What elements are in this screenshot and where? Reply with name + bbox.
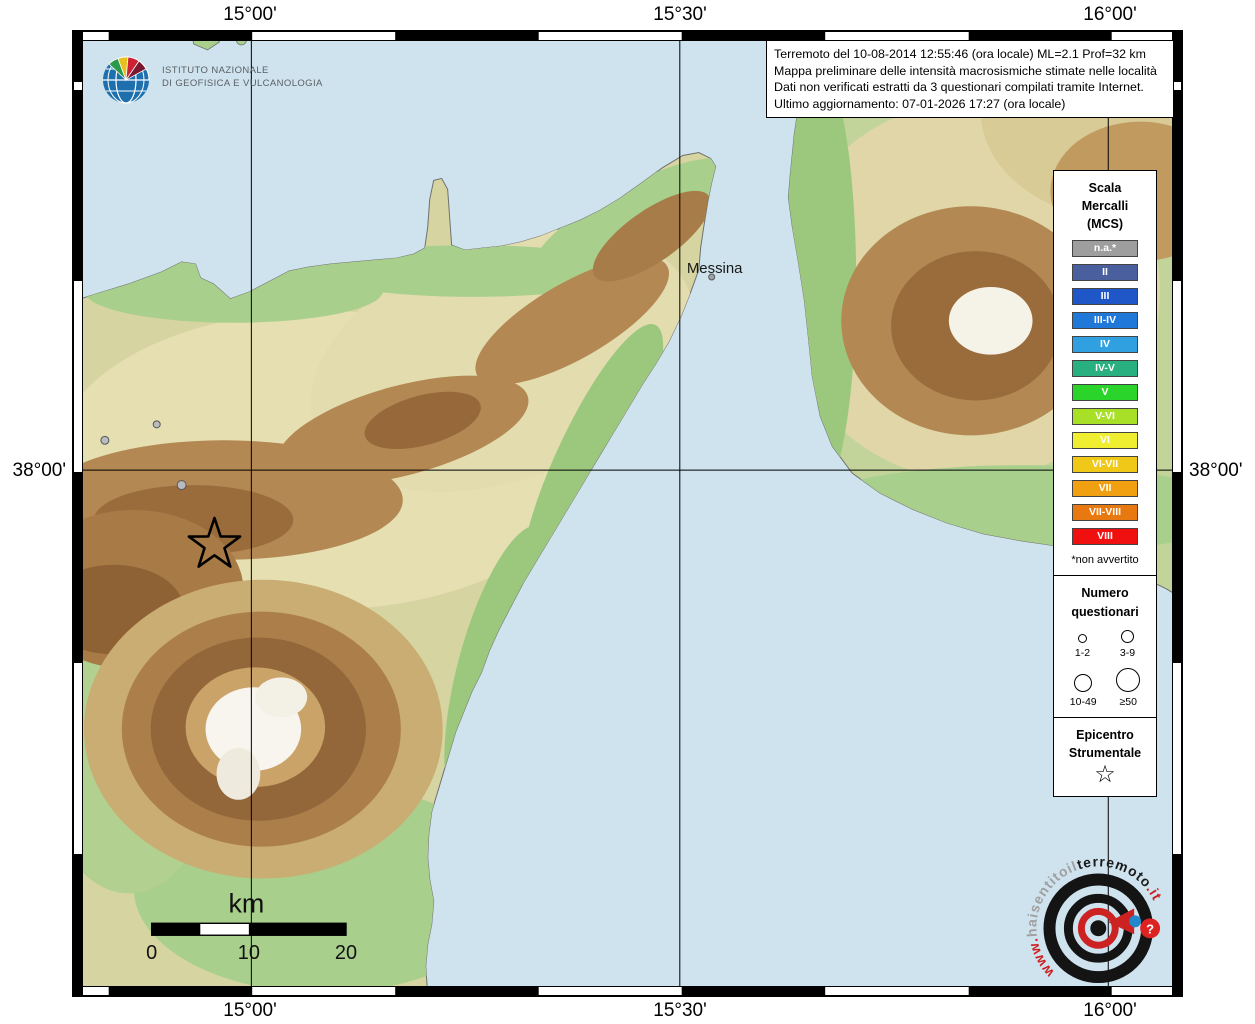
mcs-chip-iv: IV bbox=[1072, 336, 1138, 353]
lon-label-top-1600: 16°00' bbox=[1083, 4, 1137, 26]
scale-tick-20: 20 bbox=[335, 942, 357, 964]
ingv-logo: ISTITUTO NAZIONALE DI GEOFISICA E VULCAN… bbox=[98, 50, 323, 106]
scale-tick-10: 10 bbox=[238, 942, 260, 964]
lon-label-bottom-1600: 16°00' bbox=[1083, 1000, 1137, 1022]
lat-label-right-3800: 38°00' bbox=[1189, 460, 1243, 482]
frame-border-right bbox=[1172, 32, 1181, 995]
mcs-chip-vi: VI bbox=[1072, 432, 1138, 449]
size-circle-3-9 bbox=[1121, 630, 1134, 643]
epicenter-star-icon: ☆ bbox=[1054, 762, 1156, 788]
mcs-chip-v-vi: V-VI bbox=[1072, 408, 1138, 425]
legend: Scala Mercalli (MCS) n.a.* II III III-IV… bbox=[1053, 170, 1157, 797]
terrain-map: Messina km 0 10 20 bbox=[74, 32, 1181, 995]
mcs-chip-na: n.a.* bbox=[1072, 240, 1138, 257]
mcs-chip-v: V bbox=[1072, 384, 1138, 401]
size-circle-10-49 bbox=[1074, 674, 1092, 692]
legend-footnote: *non avvertito bbox=[1054, 554, 1156, 566]
frame-border-left bbox=[74, 32, 83, 995]
messina-label: Messina bbox=[687, 260, 743, 277]
event-info-box: Terremoto del 10-08-2014 12:55:46 (ora l… bbox=[766, 40, 1174, 118]
legend-title: Scala Mercalli (MCS) bbox=[1054, 179, 1156, 233]
info-line-update: Ultimo aggiornamento: 07-01-2026 17:27 (… bbox=[774, 96, 1166, 113]
questionnaire-sizes-row2: 10-49 ≥50 bbox=[1054, 668, 1156, 708]
scale-tick-0: 0 bbox=[146, 942, 157, 964]
scale-bar-unit: km bbox=[228, 888, 264, 918]
mcs-chip-iv-v: IV-V bbox=[1072, 360, 1138, 377]
size-circle-1-2 bbox=[1078, 634, 1087, 643]
info-line-event: Terremoto del 10-08-2014 12:55:46 (ora l… bbox=[774, 46, 1166, 63]
question-mark: ? bbox=[1146, 921, 1154, 936]
ingv-globe-icon bbox=[98, 50, 154, 106]
lat-label-left-3800: 38°00' bbox=[0, 460, 66, 482]
lon-label-bottom-1530: 15°30' bbox=[653, 1000, 707, 1022]
ingv-wordmark: ISTITUTO NAZIONALE DI GEOFISICA E VULCAN… bbox=[162, 65, 323, 91]
lon-label-bottom-1500: 15°00' bbox=[223, 1000, 277, 1022]
questionnaire-sizes-row1: 1-2 3-9 bbox=[1054, 630, 1156, 659]
map-area: Messina km 0 10 20 bbox=[72, 30, 1183, 997]
macroseismic-map-page: 15°00' 15°30' 16°00' 15°00' 15°30' 16°00… bbox=[0, 0, 1255, 1024]
legend-divider-2 bbox=[1054, 717, 1156, 718]
mcs-chip-ii: II bbox=[1072, 264, 1138, 281]
legend-divider-1 bbox=[1054, 575, 1156, 576]
mcs-chip-vii-viii: VII-VIII bbox=[1072, 504, 1138, 521]
lon-label-top-1500: 15°00' bbox=[223, 4, 277, 26]
lon-label-top-1530: 15°30' bbox=[653, 4, 707, 26]
mcs-chip-iii: III bbox=[1072, 288, 1138, 305]
info-line-data: Dati non verificati estratti da 3 questi… bbox=[774, 79, 1166, 96]
mcs-chip-viii: VIII bbox=[1072, 528, 1138, 545]
epicenter-legend-title: Epicentro Strumentale bbox=[1054, 726, 1156, 762]
mcs-chip-vii: VII bbox=[1072, 480, 1138, 497]
size-circle-50plus bbox=[1116, 668, 1140, 692]
frame-border-bottom bbox=[74, 986, 1181, 995]
info-line-map: Mappa preliminare delle intensità macros… bbox=[774, 63, 1166, 80]
mcs-chip-vi-vii: VI-VII bbox=[1072, 456, 1138, 473]
mcs-chip-iii-iv: III-IV bbox=[1072, 312, 1138, 329]
questionnaire-title: Numero questionari bbox=[1054, 584, 1156, 620]
